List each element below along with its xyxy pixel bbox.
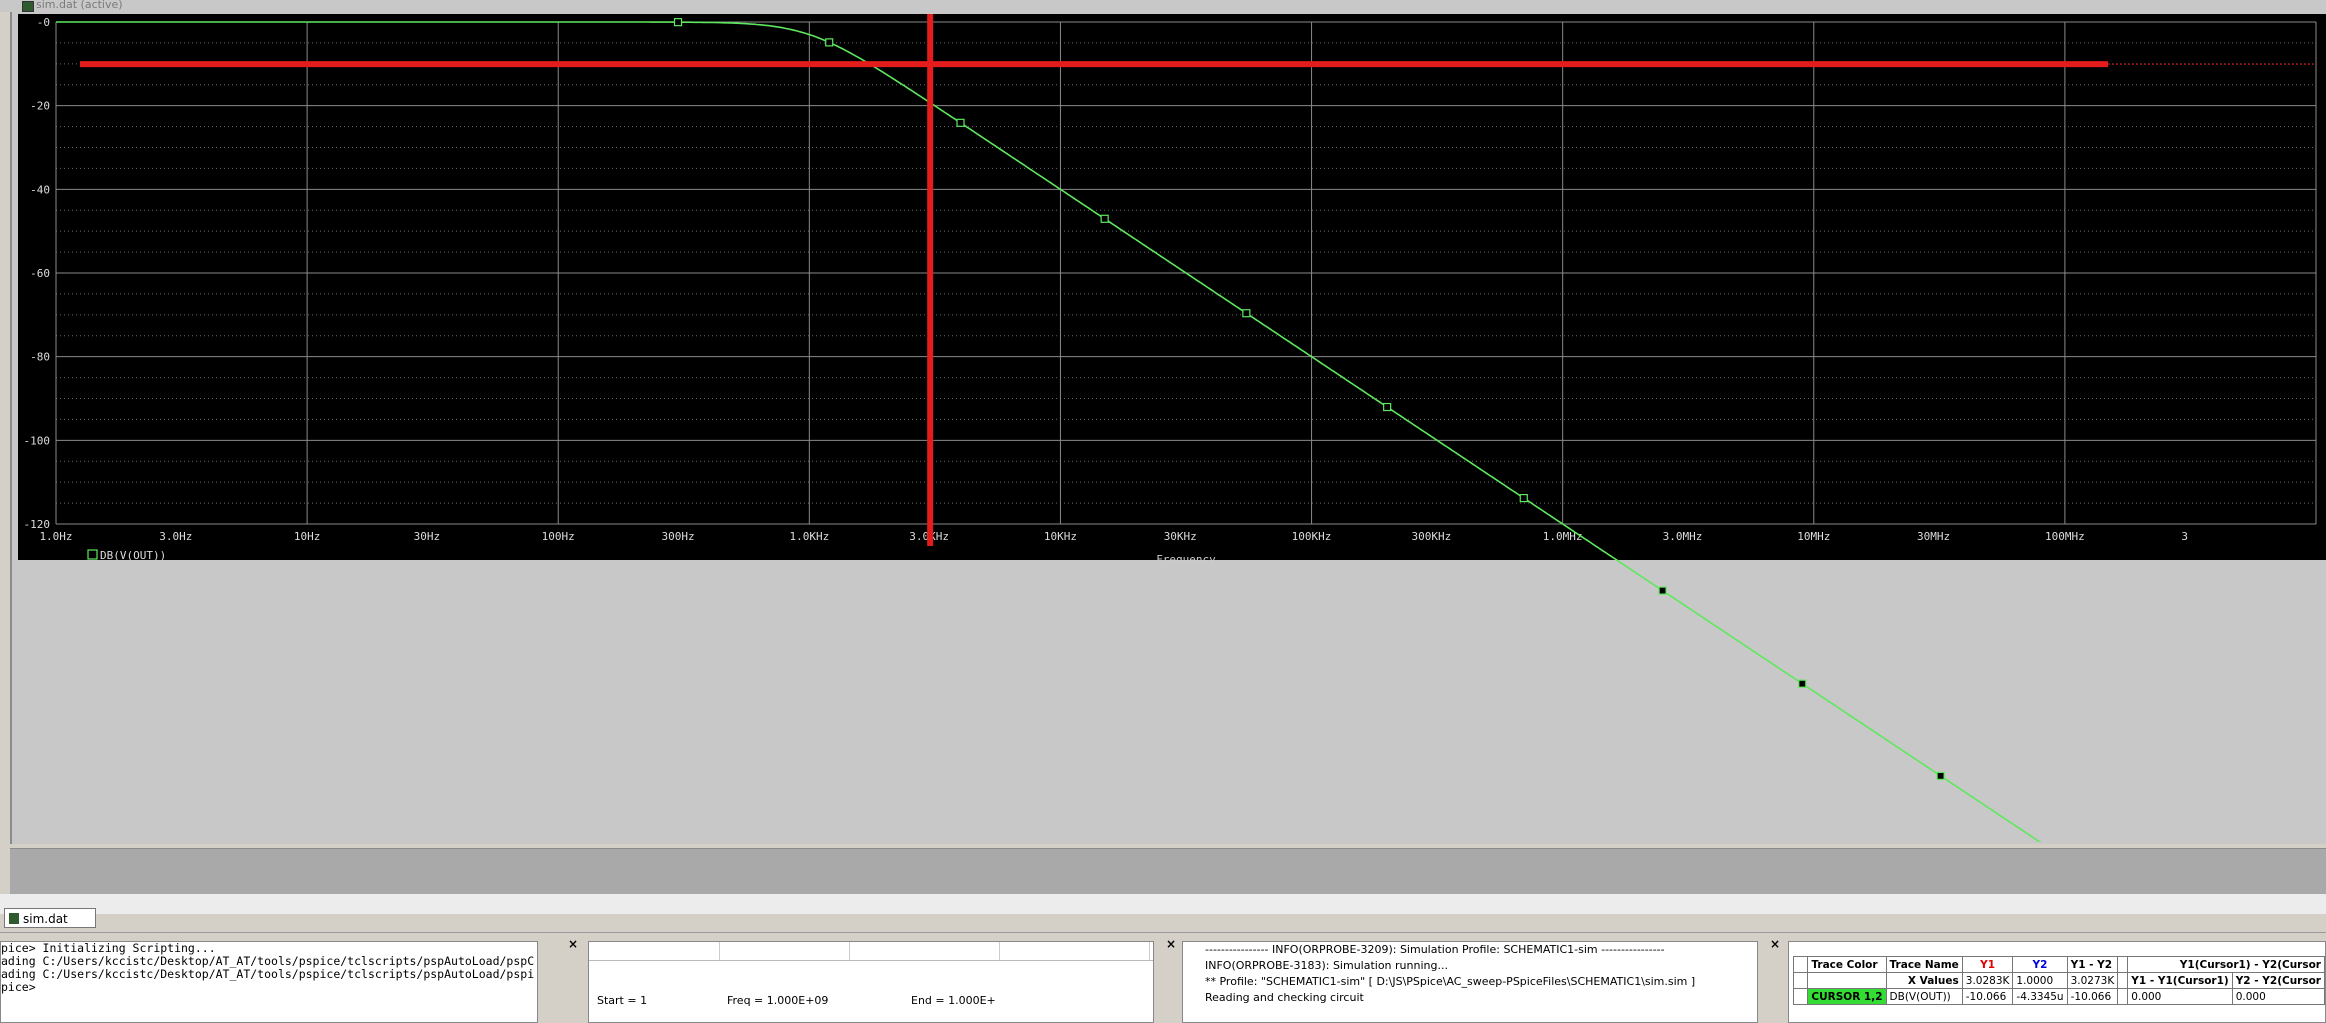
col-cursor-diff: Y1(Cursor1) - Y2(Cursor	[2127, 956, 2325, 973]
close-console-icon[interactable]: ×	[568, 937, 578, 951]
plot-background	[18, 14, 2326, 560]
close-output-icon[interactable]: ×	[1770, 937, 1780, 951]
y1-diff-header: Y1 - Y1(Cursor1)	[2127, 972, 2233, 989]
cursor-window: Trace Color Trace Name Y1 Y2 Y1 - Y2 Y1(…	[1788, 941, 2326, 1023]
progress-header	[589, 942, 1153, 961]
trace-marker	[956, 118, 965, 127]
output-line: INFO(ORPROBE-3183): Simulation running..…	[1205, 959, 1448, 972]
x-tick-label: 100MHz	[2045, 530, 2085, 543]
x-tick-label: 1.0KHz	[789, 530, 829, 543]
sim-file-icon	[9, 913, 19, 924]
command-console[interactable]: pice> Initializing Scripting... ading C:/…	[0, 941, 538, 1023]
x-tick-label: 30MHz	[1917, 530, 1950, 543]
trace-marker	[825, 38, 834, 47]
output-log[interactable]: ---------------- INFO(ORPROBE-3209): Sim…	[1182, 941, 1758, 1023]
col-trace-color: Trace Color	[1807, 956, 1887, 973]
xvalues-row: X Values 3.0283K 1.0000 3.0273K Y1 - Y1(…	[1792, 972, 2325, 989]
legend-label: DB(V(OUT))	[100, 549, 166, 562]
cursor-trace-name: DB(V(OUT))	[1885, 988, 1963, 1005]
probe-window-icon	[22, 1, 34, 12]
bode-plot[interactable]: -0-20-40-60-80-100-1201.0Hz 3.0Hz 10Hz 30Hz…	[18, 14, 2326, 842]
bottom-panels: pice> Initializing Scripting... ading C:/…	[0, 932, 2326, 1023]
sim-end: End = 1.000E+	[911, 994, 996, 1007]
y2-diff-header: Y2 - Y2(Cursor	[2231, 972, 2325, 989]
sim-freq: Freq = 1.000E+09	[727, 994, 829, 1007]
trace-marker	[1936, 771, 1945, 780]
output-line: ** Profile: "SCHEMATIC1-sim" [ D:\JS\PSp…	[1205, 975, 1696, 988]
x-tick-label: 300Hz	[661, 530, 694, 543]
trace-marker	[1242, 309, 1251, 318]
trace-marker	[1100, 214, 1109, 223]
window-title: sim.dat (active)	[36, 0, 123, 11]
xvalue-y1: 3.0283K	[1961, 972, 2014, 989]
trace-marker	[1658, 586, 1667, 595]
col-y1-y2: Y1 - Y2	[2066, 956, 2119, 973]
y-tick-label: -0	[37, 16, 50, 29]
x-tick-label: 3.0MHz	[1663, 530, 1703, 543]
cursor-label: CURSOR 1,2	[1807, 988, 1887, 1005]
xvalue-y2: 1.0000	[2012, 972, 2068, 989]
x-tick-label: 300KHz	[1411, 530, 1451, 543]
cursor-data-row[interactable]: CURSOR 1,2 DB(V(OUT)) -10.066 -4.3345u -…	[1792, 988, 2325, 1005]
x-tick-label: 30Hz	[414, 530, 441, 543]
trace-marker	[1383, 402, 1392, 412]
output-line: ---------------- INFO(ORPROBE-3209): Sim…	[1205, 943, 1665, 956]
x-tick-label: 1.0MHz	[1543, 530, 1583, 543]
x-tick-label: 3	[2181, 530, 2188, 543]
output-line: Reading and checking circuit	[1205, 991, 1364, 1004]
sim-start: Start = 1	[597, 994, 648, 1007]
x-tick-label: 3.0Hz	[159, 530, 192, 543]
trace-marker	[1519, 493, 1528, 503]
xvalues-label: X Values	[1885, 972, 1963, 989]
y-tick-label: -40	[30, 183, 50, 196]
cursor-y1-diff: 0.000	[2127, 988, 2233, 1005]
console-line: pice>	[1, 980, 36, 994]
x-axis-label: Frequency	[1156, 553, 1216, 566]
plot-lower-strip	[10, 848, 2326, 895]
cursor-y1: -10.066	[1961, 988, 2014, 1005]
simulation-progress: Start = 1 Freq = 1.000E+09 End = 1.000E+	[588, 941, 1154, 1023]
y-tick-label: -100	[24, 434, 51, 447]
y-tick-label: -20	[30, 100, 50, 113]
x-tick-label: 10Hz	[294, 530, 321, 543]
x-tick-label: 100Hz	[542, 530, 575, 543]
y-tick-label: -60	[30, 267, 50, 280]
col-y2: Y2	[2012, 956, 2068, 973]
col-trace-name: Trace Name	[1885, 956, 1963, 973]
y-tick-label: -80	[30, 351, 50, 364]
trace-marker	[1798, 679, 1807, 688]
window-titlebar: sim.dat (active)	[0, 0, 2326, 12]
trace-marker	[673, 18, 683, 27]
x-tick-label: 10KHz	[1044, 530, 1077, 543]
xvalue-diff: 3.0273K	[2066, 972, 2119, 989]
x-tick-label: 100KHz	[1292, 530, 1332, 543]
cursor-header-row: Trace Color Trace Name Y1 Y2 Y1 - Y2 Y1(…	[1792, 956, 2325, 973]
cursor-table: Trace Color Trace Name Y1 Y2 Y1 - Y2 Y1(…	[1792, 956, 2325, 1005]
x-tick-label: 1.0Hz	[39, 530, 72, 543]
close-progress-icon[interactable]: ×	[1166, 937, 1176, 951]
tab-strip	[0, 894, 2326, 914]
x-tick-label: 30KHz	[1164, 530, 1197, 543]
cursor-y2: -4.3345u	[2012, 988, 2068, 1005]
cursor-y1-y2: -10.066	[2066, 988, 2119, 1005]
console-line: ading C:/Users/kccistc/Desktop/AT_AT/too…	[1, 967, 535, 981]
legend-marker	[87, 549, 98, 560]
cursor-y2-diff: 0.000	[2231, 988, 2325, 1005]
x-tick-label: 10MHz	[1797, 530, 1830, 543]
col-y1: Y1	[1961, 956, 2014, 973]
tab-sim-dat[interactable]: sim.dat (a...	[4, 908, 96, 946]
